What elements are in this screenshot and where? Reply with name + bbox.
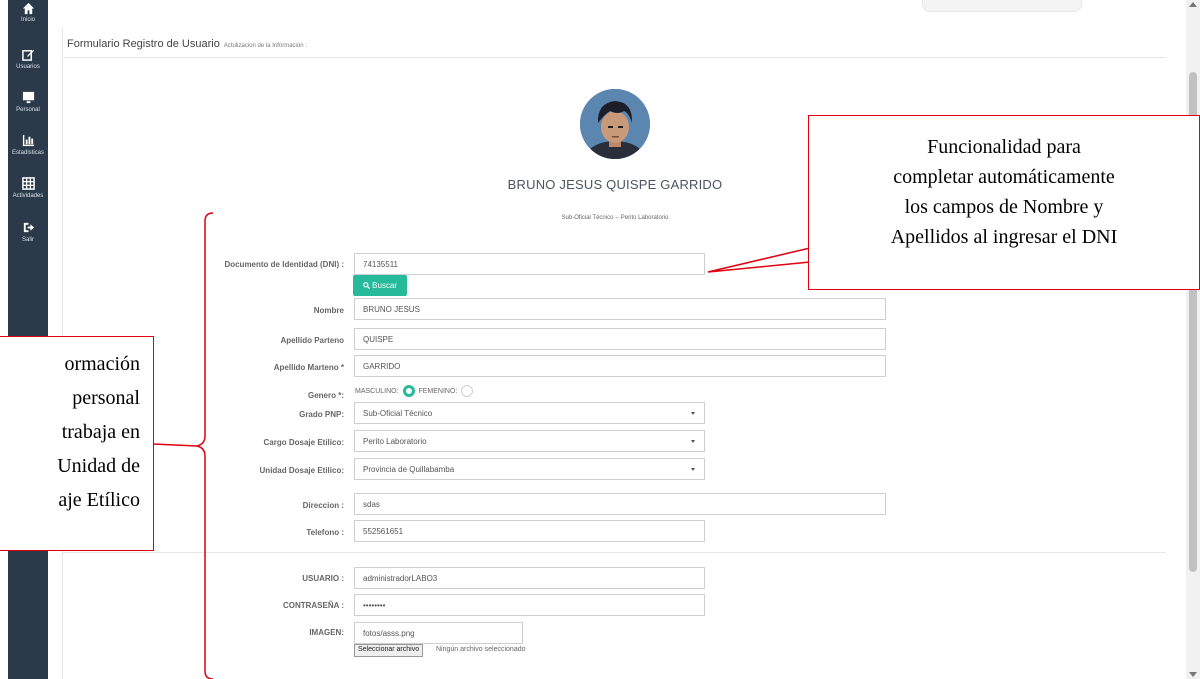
sidebar-item-usuarios[interactable]: Usuarios (8, 44, 48, 84)
sidebar-item-label: Inicio (20, 17, 35, 23)
chevron-down-icon (691, 412, 695, 415)
callout-line: Apellidos al ingresar el DNI (890, 226, 1118, 248)
unidad-select[interactable]: Provincia de Quillabamba (354, 458, 705, 480)
sidebar-item-label: Actividades (12, 193, 44, 199)
page-title: Formulario Registro de Usuario Actulizaci… (67, 38, 307, 50)
sidebar-item-actividades[interactable]: Actividades (8, 173, 48, 213)
nombre-label: Nombre (313, 306, 344, 315)
apellido-materno-label: Apellido Marteno * (273, 363, 344, 372)
cargo-label: Cargo Dosaje Etilico: (263, 438, 344, 447)
contrasena-label: CONTRASEÑA : (282, 601, 344, 610)
grado-select[interactable]: Sub-Oficial Técnico (354, 402, 705, 424)
callout-line: Unidad de (57, 455, 140, 477)
file-status-text: Ningún archivo seleccionado (436, 646, 526, 653)
scroll-down-icon[interactable] (1189, 672, 1197, 677)
page-title-text: Formulario Registro de Usuario (67, 38, 220, 50)
callout-line: aje Etílico (58, 489, 140, 511)
contrasena-input[interactable]: •••••••• (354, 594, 705, 616)
avatar (580, 89, 650, 159)
genero-femenino-label: FEMENINO: (418, 387, 458, 395)
search-button-label: Buscar (372, 281, 398, 290)
callout-line: los campos de Nombre y (904, 196, 1104, 218)
usuario-input[interactable]: administradorLABO3 (354, 567, 705, 589)
genero-label: Genero *: (307, 391, 344, 400)
page-subtitle: Actulizacion de la Informacion : (223, 43, 307, 49)
edit-icon (22, 49, 35, 61)
scroll-up-icon[interactable] (1189, 2, 1197, 7)
avatar-image (580, 89, 650, 159)
sidebar-item-estadisticas[interactable]: Estadisticas (8, 130, 48, 170)
telefono-label: Telefono : (306, 528, 344, 537)
apellido-paterno-input[interactable]: QUISPE (354, 328, 886, 350)
genero-radio-group: MASCULINO: FEMENINO: (355, 385, 475, 397)
callout-line: Funcionalidad para (927, 136, 1081, 158)
search-icon (363, 282, 371, 290)
sidebar-item-personal[interactable]: Personal (8, 87, 48, 127)
sign-out-icon (23, 222, 35, 233)
table-icon (22, 177, 35, 190)
telefono-input[interactable]: 552561651 (354, 520, 705, 542)
imagen-label: IMAGEN: (309, 628, 344, 637)
search-dni-button[interactable]: Buscar (353, 275, 407, 296)
callout-line: personal (72, 387, 140, 409)
unidad-label: Unidad Dosaje Etilico: (259, 466, 344, 475)
sidebar-item-label: Usuarios (16, 64, 40, 70)
grado-label: Grado PNP: (299, 410, 344, 419)
genero-masculino-label: MASCULINO: (355, 387, 399, 395)
direccion-label: Direccion : (302, 501, 344, 510)
profile-name: BRUNO JESUS QUISPE GARRIDO (507, 177, 723, 192)
home-icon (22, 2, 35, 15)
file-select-button[interactable]: Seleccionar archivo (354, 644, 424, 657)
callout-line: trabaja en (61, 421, 140, 443)
dni-label: Documento de Identidad (DNI) : (224, 260, 344, 269)
cargo-select[interactable]: Perito Laboratorio (354, 430, 705, 452)
usuario-label: USUARIO : (302, 574, 344, 583)
monitor-icon (22, 91, 35, 104)
top-search-pill[interactable] (922, 0, 1082, 12)
imagen-path-input[interactable]: fotos/asss.png (354, 622, 523, 644)
section-divider (62, 552, 1166, 553)
nombre-input[interactable]: BRUNO JESUS (354, 298, 886, 320)
cargo-select-value: Perito Laboratorio (363, 437, 427, 446)
unidad-select-value: Provincia de Quillabamba (363, 465, 455, 474)
app-window: Inicio Usuarios Personal Estadisticas Ac… (0, 0, 1200, 679)
sidebar-item-label: Personal (16, 107, 40, 113)
sidebar-item-label: Salir (21, 237, 34, 243)
bar-chart-icon (22, 134, 35, 147)
sidebar-item-salir[interactable]: Salir (8, 217, 48, 257)
dni-input[interactable]: 74135511 (354, 253, 705, 275)
chevron-down-icon (691, 440, 695, 443)
chevron-down-icon (691, 468, 695, 471)
genero-masculino-radio[interactable] (402, 385, 415, 397)
grado-select-value: Sub-Oficial Técnico (363, 409, 433, 418)
direccion-input[interactable]: sdas (354, 493, 886, 515)
profile-role: Sub-Oficial Técnico -- Perito Laboratori… (561, 215, 669, 221)
sidebar-item-inicio[interactable]: Inicio (8, 0, 48, 40)
sidebar-item-label: Estadisticas (11, 150, 44, 156)
apellido-materno-input[interactable]: GARRIDO (354, 355, 886, 377)
title-divider (62, 57, 1166, 58)
callout-line: ormación (64, 353, 140, 375)
vertical-scrollbar[interactable] (1186, 0, 1200, 679)
callout-line: completar automáticamente (893, 166, 1115, 188)
apellido-paterno-label: Apellido Parteno (280, 336, 344, 345)
genero-femenino-radio[interactable] (461, 385, 474, 397)
callout-personal-info: ormación personal trabaja en Unidad de a… (0, 336, 154, 551)
callout-autocomplete: Funcionalidad para completar automáticam… (808, 115, 1200, 290)
